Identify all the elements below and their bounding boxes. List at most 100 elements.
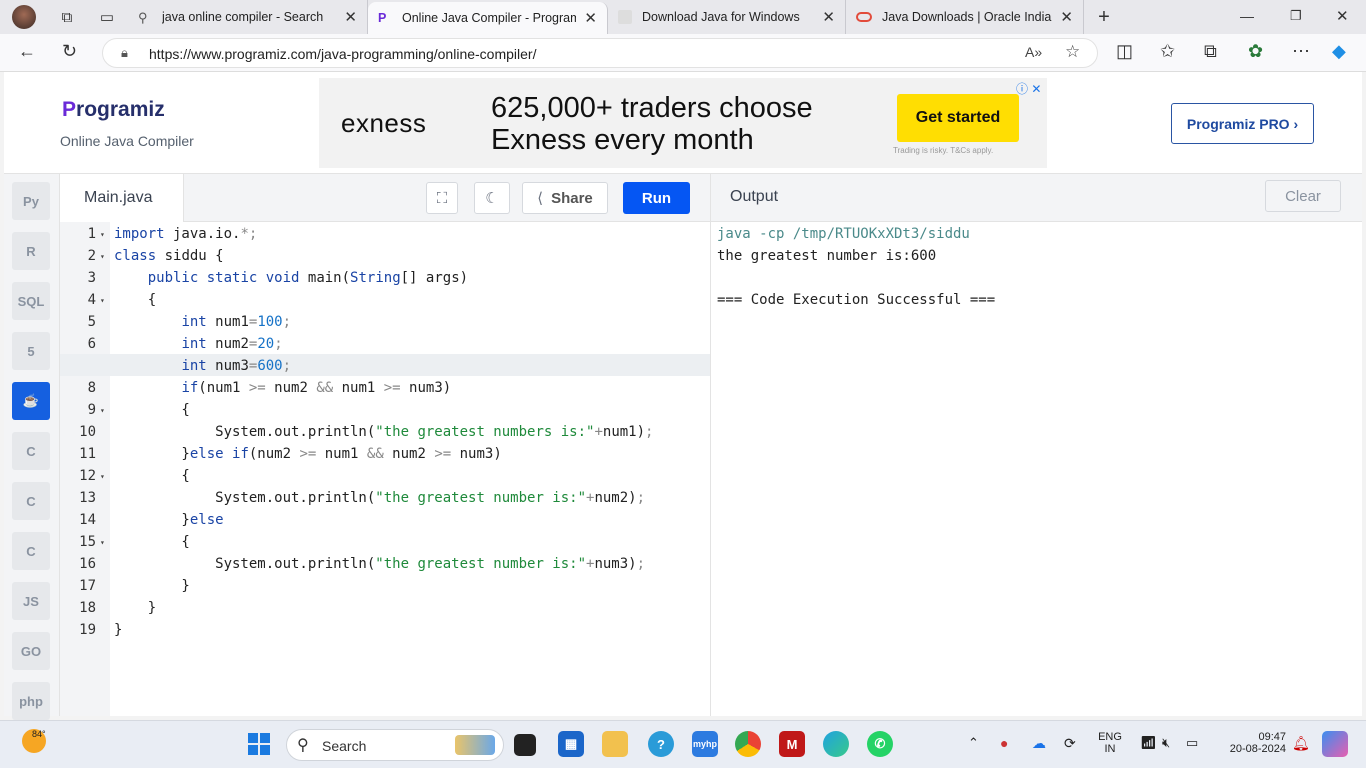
go-icon[interactable]: GO [12, 632, 50, 670]
profile-avatar[interactable] [0, 0, 48, 34]
edge-icon[interactable] [823, 731, 849, 757]
onedrive-icon[interactable]: ☁ [1032, 735, 1046, 752]
code-line[interactable]: }else if(num2 >= num1 && num2 >= num3) [114, 443, 501, 465]
workspaces-icon[interactable]: ⧉ [48, 9, 86, 26]
security-tray-icon[interactable]: ● [1000, 735, 1008, 751]
fold-toggle-icon[interactable]: ▾ [100, 406, 105, 415]
fold-toggle-icon[interactable]: ▾ [100, 472, 105, 481]
code-line[interactable]: { [114, 531, 189, 553]
fold-toggle-icon[interactable]: ▾ [100, 296, 105, 305]
volume-muted-icon[interactable]: 🔇︎ [1162, 735, 1170, 751]
new-tab-icon[interactable]: + [1084, 6, 1124, 29]
more-menu-icon[interactable]: ⋯ [1292, 41, 1310, 62]
close-tab-icon[interactable]: ✕ [1060, 8, 1073, 26]
fullscreen-icon[interactable]: ⛶ [426, 182, 458, 214]
run-button[interactable]: Run [623, 182, 690, 214]
close-window-icon[interactable]: ✕ [1336, 7, 1349, 25]
copilot-icon[interactable]: ◆ [1332, 41, 1346, 62]
mcafee-icon[interactable]: M [779, 731, 805, 757]
fold-toggle-icon[interactable]: ▾ [100, 252, 105, 261]
language-indicator[interactable]: ENG IN [1094, 731, 1126, 755]
code-line[interactable]: } [114, 619, 122, 641]
dark-mode-icon[interactable]: ☾ [474, 182, 510, 214]
code-line[interactable]: if(num1 >= num2 && num1 >= num3) [114, 377, 451, 399]
site-header: Programiz Online Java Compiler exness 62… [4, 72, 1362, 174]
code-line[interactable]: class siddu { [114, 245, 224, 267]
c-icon[interactable]: C [12, 432, 50, 470]
split-screen-icon[interactable]: ◫ [1116, 41, 1133, 62]
taskbar-search[interactable]: ⚲ Search [286, 729, 504, 761]
code-line[interactable]: int num2=20; [114, 333, 282, 355]
file-explorer-icon[interactable] [602, 731, 628, 757]
windows-start-icon[interactable] [248, 733, 270, 755]
advertisement-banner[interactable]: exness 625,000+ traders choose Exness ev… [319, 78, 1047, 168]
code-line[interactable]: System.out.println("the greatest numbers… [114, 421, 653, 443]
favorites-icon[interactable]: ✩ [1160, 41, 1175, 62]
tab-title: Online Java Compiler - Programiz [402, 11, 577, 25]
chrome-icon[interactable] [735, 731, 761, 757]
js-icon[interactable]: JS [12, 582, 50, 620]
close-tab-icon[interactable]: ✕ [584, 9, 597, 27]
code-line[interactable]: int num3=600; [114, 355, 291, 377]
html5-icon[interactable]: 5 [12, 332, 50, 370]
code-line[interactable]: { [114, 289, 156, 311]
programiz-pro-button[interactable]: Programiz PRO › [1171, 103, 1314, 144]
code-line[interactable]: public static void main(String[] args) [114, 267, 468, 289]
tab-title: java online compiler - Search [162, 10, 324, 24]
wifi-icon[interactable]: 📶︎ [1140, 735, 1157, 751]
tab-actions-icon[interactable]: ▭ [86, 8, 128, 26]
code-line[interactable]: System.out.println("the greatest number … [114, 553, 645, 575]
show-hidden-icons-icon[interactable]: ⌃ [968, 735, 979, 751]
myhp-icon[interactable]: myhp [692, 731, 718, 757]
java-icon[interactable]: ☕ [12, 382, 50, 420]
fold-toggle-icon[interactable]: ▾ [100, 230, 105, 239]
code-line[interactable]: } [114, 597, 156, 619]
read-aloud-icon[interactable]: A» [1025, 44, 1042, 60]
clock[interactable]: 09:47 20-08-2024 [1216, 731, 1286, 755]
collections-icon[interactable]: ⧉ [1204, 41, 1217, 62]
weather-app-icon[interactable]: ? [648, 731, 674, 757]
refresh-icon[interactable]: ↻ [62, 41, 77, 62]
r-icon[interactable]: R [12, 232, 50, 270]
extension-icon[interactable]: ✿ [1248, 41, 1263, 62]
fold-toggle-icon[interactable]: ▾ [100, 538, 105, 547]
code-line[interactable]: }else [114, 509, 223, 531]
code-editor[interactable]: 1▾2▾34▾56789▾101112▾131415▾16171819 impo… [60, 222, 710, 716]
close-tab-icon[interactable]: ✕ [822, 8, 835, 26]
address-bar[interactable]: 🔒︎ https://www.programiz.com/java-progra… [102, 38, 1098, 68]
tab-oracle[interactable]: Java Downloads | Oracle India ✕ [846, 0, 1084, 34]
battery-icon[interactable]: ▭ [1186, 735, 1198, 751]
ad-get-started-button[interactable]: Get started [897, 94, 1019, 142]
tab-search[interactable]: ⚲ java online compiler - Search ✕ [128, 0, 368, 34]
tab-programiz[interactable]: P Online Java Compiler - Programiz ✕ [368, 2, 608, 34]
code-line[interactable]: int num1=100; [114, 311, 291, 333]
tab-download-java[interactable]: Download Java for Windows ✕ [608, 0, 846, 34]
file-tab-main-java[interactable]: Main.java [60, 174, 184, 222]
csharp-icon[interactable]: C [12, 532, 50, 570]
microsoft-store-icon[interactable]: ▦ [558, 731, 584, 757]
sync-icon[interactable]: ⟳ [1064, 735, 1076, 752]
task-view-icon[interactable] [514, 734, 536, 756]
code-line[interactable]: import java.io.*; [114, 223, 257, 245]
php-icon[interactable]: php [12, 682, 50, 720]
ad-info-close-icon[interactable]: ⓘ ✕ [1016, 80, 1041, 97]
code-line[interactable]: { [114, 399, 189, 421]
close-tab-icon[interactable]: ✕ [344, 8, 357, 26]
back-icon[interactable]: ← [18, 41, 36, 62]
favorite-star-icon[interactable]: ☆ [1065, 42, 1080, 62]
notification-bell-icon[interactable]: 🔔︎ [1292, 735, 1310, 752]
minimize-icon[interactable]: — [1240, 8, 1254, 24]
tab-title: Download Java for Windows [642, 10, 800, 24]
share-button[interactable]: ⟨ Share [522, 182, 608, 214]
whatsapp-icon[interactable]: ✆ [867, 731, 893, 757]
code-line[interactable]: } [114, 575, 189, 597]
programiz-logo[interactable]: Programiz [62, 98, 165, 122]
code-line[interactable]: System.out.println("the greatest number … [114, 487, 645, 509]
cpp-icon[interactable]: C [12, 482, 50, 520]
sql-icon[interactable]: SQL [12, 282, 50, 320]
restore-icon[interactable]: ❐ [1290, 8, 1302, 24]
python-icon[interactable]: Py [12, 182, 50, 220]
code-line[interactable]: { [114, 465, 189, 487]
copilot-taskbar-icon[interactable] [1322, 731, 1348, 757]
clear-button[interactable]: Clear [1265, 180, 1341, 212]
